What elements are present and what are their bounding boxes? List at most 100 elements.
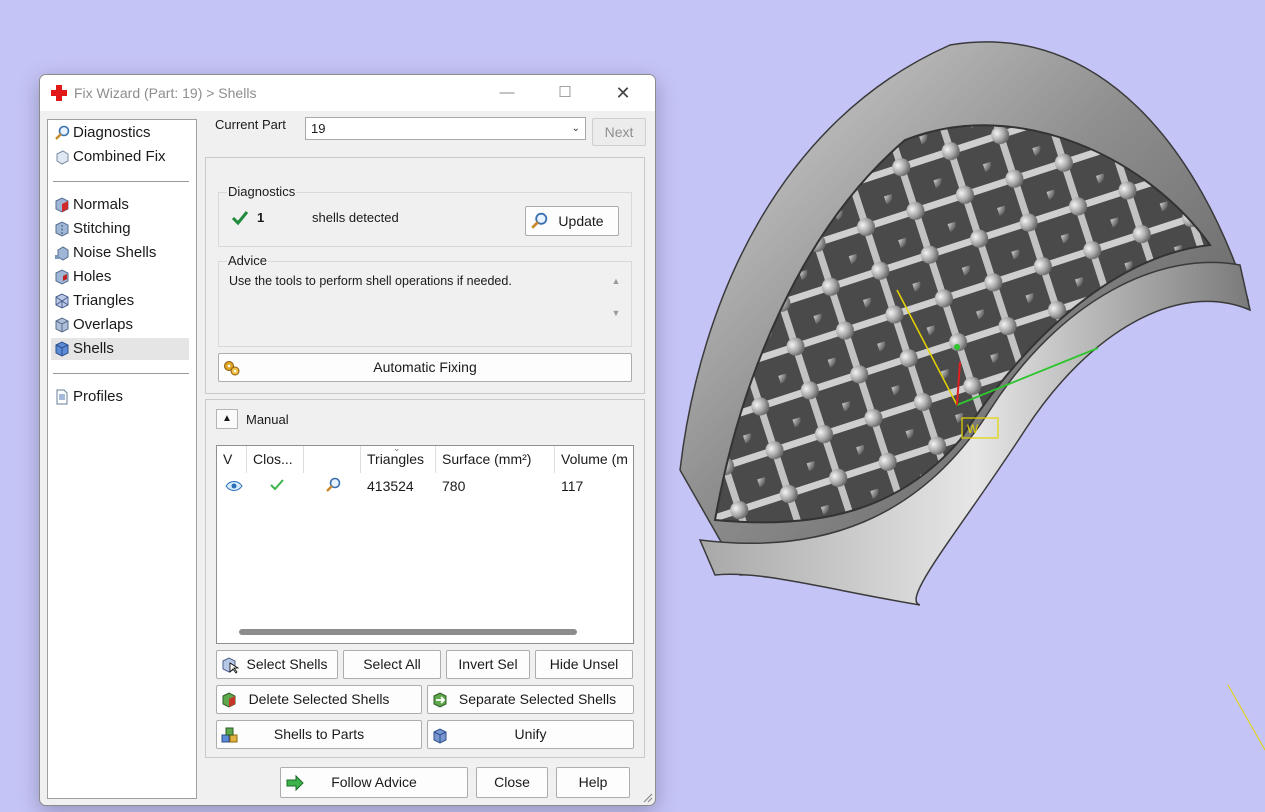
document-icon: [56, 389, 68, 405]
cube-hole-icon: [55, 269, 69, 285]
invert-selection-button[interactable]: Invert Sel: [446, 650, 530, 679]
close-window-button[interactable]: ✕: [594, 75, 652, 111]
next-button[interactable]: Next: [592, 118, 646, 146]
shells-to-parts-button[interactable]: Shells to Parts: [216, 720, 422, 749]
diagnostics-group: Diagnostics 1 shells detected Update: [218, 184, 632, 247]
automatic-fixing-button[interactable]: Automatic Fixing: [218, 353, 632, 382]
cube-noise-icon: [55, 246, 69, 261]
follow-advice-button[interactable]: Follow Advice: [280, 767, 468, 798]
checkmark-icon: [270, 479, 284, 491]
cube-stitch-icon: [55, 221, 69, 237]
nav-item-combined-fix[interactable]: Combined Fix: [51, 146, 189, 168]
nav-item-label: Noise Shells: [73, 244, 157, 261]
nav-item-label: Shells: [73, 340, 114, 357]
column-header-volume[interactable]: Volume (m: [555, 446, 633, 473]
cell-volume: 117: [561, 478, 584, 494]
nav-item-label: Combined Fix: [73, 148, 166, 165]
cell-surface: 780: [442, 478, 466, 494]
title-bar[interactable]: Fix Wizard (Part: 19) > Shells — ☐ ✕: [40, 75, 655, 111]
nav-item-noise-shells[interactable]: Noise Shells: [51, 242, 189, 264]
nav-item-profiles[interactable]: Profiles: [51, 386, 189, 408]
select-shells-label: Select Shells: [246, 656, 328, 672]
current-part-value: 19: [311, 121, 326, 136]
horizontal-scrollbar[interactable]: [239, 629, 577, 635]
checkmark-icon: [231, 211, 249, 226]
separate-selected-shells-button[interactable]: Separate Selected Shells: [427, 685, 634, 714]
nav-item-label: Diagnostics: [73, 124, 151, 141]
column-header-closed[interactable]: Clos...: [247, 446, 304, 473]
column-header-visible[interactable]: V: [217, 446, 247, 473]
magnifier-icon: [531, 212, 548, 229]
follow-advice-label: Follow Advice: [331, 774, 417, 790]
diagnostics-title: Diagnostics: [227, 184, 297, 199]
unify-button[interactable]: Unify: [427, 720, 634, 749]
nav-item-holes[interactable]: Holes: [51, 266, 189, 288]
shells-table[interactable]: V Clos... Triangles Surface (mm²) Volume…: [216, 445, 634, 644]
nav-item-label: Holes: [73, 268, 112, 285]
wizard-nav: Diagnostics Combined Fix Normals Stitchi…: [47, 119, 197, 799]
resize-grip-icon[interactable]: [641, 791, 653, 803]
cube-unify-icon: [433, 728, 447, 744]
update-button[interactable]: Update: [525, 206, 619, 236]
scroll-down-icon[interactable]: ▼: [609, 308, 623, 318]
select-shells-button[interactable]: Select Shells: [216, 650, 338, 679]
scroll-up-icon[interactable]: ▲: [609, 276, 623, 286]
cube-triangles-icon: [55, 293, 69, 309]
advice-text: Use the tools to perform shell operation…: [229, 274, 512, 288]
nav-item-normals[interactable]: Normals: [51, 194, 189, 216]
close-button[interactable]: Close: [476, 767, 548, 798]
nav-item-triangles[interactable]: Triangles: [51, 290, 189, 312]
red-cross-icon: [51, 85, 67, 101]
magnifier-icon[interactable]: [325, 477, 341, 493]
nav-divider: [53, 181, 189, 182]
cube-outline-icon: [56, 150, 69, 165]
nav-item-label: Triangles: [73, 292, 135, 309]
manual-title: Manual: [246, 412, 289, 427]
advice-title: Advice: [227, 253, 269, 268]
nav-item-label: Profiles: [73, 388, 124, 405]
diagnostics-panel: Diagnostics 1 shells detected Update Adv…: [205, 157, 645, 394]
delete-selected-shells-button[interactable]: Delete Selected Shells: [216, 685, 422, 714]
window-title: Fix Wizard (Part: 19) > Shells: [74, 85, 257, 101]
fix-wizard-dialog: Fix Wizard (Part: 19) > Shells — ☐ ✕ Dia…: [39, 74, 656, 806]
automatic-fixing-label: Automatic Fixing: [373, 359, 477, 375]
shells-to-parts-label: Shells to Parts: [273, 726, 365, 742]
magnifier-icon: [55, 125, 70, 140]
separate-selected-label: Separate Selected Shells: [458, 691, 617, 707]
help-button[interactable]: Help: [556, 767, 630, 798]
collapse-button[interactable]: ▲: [216, 409, 238, 429]
maximize-button[interactable]: ☐: [536, 75, 594, 111]
column-header-surface[interactable]: Surface (mm²): [436, 446, 555, 473]
select-all-button[interactable]: Select All: [343, 650, 441, 679]
sort-arrow-icon: ⌄: [393, 445, 401, 453]
nav-item-shells[interactable]: Shells: [51, 338, 189, 360]
current-part-select[interactable]: 19 ⌄: [305, 117, 586, 140]
cubes-stack-icon: [221, 727, 238, 743]
axis-label: W: [967, 422, 979, 436]
column-header-action[interactable]: [304, 446, 361, 473]
manual-panel: ▲ Manual V Clos... Triangles Surface (mm…: [205, 399, 645, 758]
advice-group: Advice Use the tools to perform shell op…: [218, 253, 632, 347]
update-button-label: Update: [558, 213, 604, 229]
hide-unselected-button[interactable]: Hide Unsel: [535, 650, 633, 679]
cube-blue-icon: [55, 341, 69, 357]
unify-label: Unify: [514, 726, 547, 742]
delete-selected-label: Delete Selected Shells: [248, 691, 390, 707]
minimize-button[interactable]: —: [478, 75, 536, 111]
nav-item-diagnostics[interactable]: Diagnostics: [51, 122, 189, 144]
nav-item-label: Overlaps: [73, 316, 134, 333]
shells-detected-text: shells detected: [312, 210, 399, 225]
cube-cursor-icon: [222, 657, 239, 674]
chevron-down-icon: ⌄: [571, 123, 580, 134]
current-part-label: Current Part: [215, 117, 286, 132]
nav-item-label: Normals: [73, 196, 129, 213]
cube-overlap-icon: [55, 317, 69, 333]
nav-item-overlaps[interactable]: Overlaps: [51, 314, 189, 336]
eye-icon[interactable]: [225, 480, 243, 492]
cube-red-face-icon: [55, 197, 69, 213]
cell-triangles: 413524: [367, 478, 414, 494]
cube-delete-icon: [222, 692, 236, 708]
nav-item-stitching[interactable]: Stitching: [51, 218, 189, 240]
shell-count: 1: [257, 210, 265, 225]
advice-scrollbar[interactable]: ▲ ▼: [609, 276, 623, 336]
